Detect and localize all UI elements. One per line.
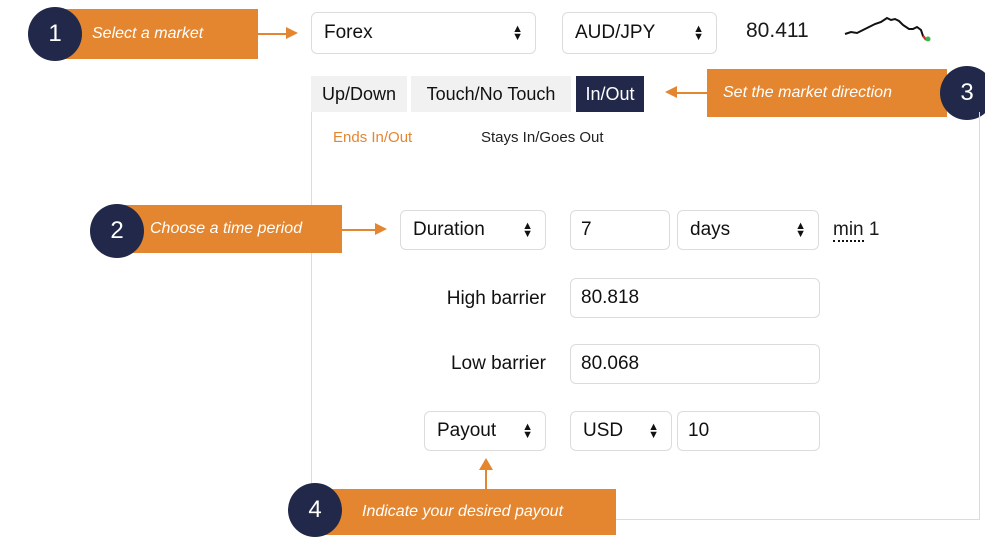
duration-unit-value: days [690, 219, 731, 240]
arrow-head-icon [375, 223, 387, 235]
low-barrier-label: Low barrier [450, 353, 546, 374]
currency-value: USD [583, 420, 624, 441]
up-down-caret-icon: ▲ ▼ [648, 421, 659, 441]
payout-amount-input[interactable]: 10 [677, 411, 820, 451]
callout-text: Select a market [92, 25, 204, 42]
up-down-caret-icon: ▲ ▼ [693, 23, 704, 43]
market-category-select[interactable]: Forex ▲ ▼ [311, 12, 536, 54]
callout-market-direction: Set the market direction [707, 69, 947, 117]
up-down-caret-icon: ▲ ▼ [795, 220, 806, 240]
current-price: 80.411 [746, 19, 809, 42]
payout-amount-value: 10 [688, 420, 710, 441]
duration-type-select[interactable]: Duration ▲ ▼ [400, 210, 546, 250]
up-down-caret-icon: ▲ ▼ [522, 220, 533, 240]
callout-text: Choose a time period [150, 220, 303, 237]
market-symbol-value: AUD/JPY [575, 22, 656, 43]
high-barrier-value: 80.818 [581, 287, 640, 308]
up-down-caret-icon: ▲ ▼ [522, 421, 533, 441]
callout-text: Indicate your desired payout [362, 503, 564, 520]
market-category-value: Forex [324, 22, 373, 43]
subtab-stays-in-goes-out[interactable]: Stays In/Goes Out [481, 129, 604, 146]
high-barrier-input[interactable]: 80.818 [570, 278, 820, 318]
duration-type-value: Duration [413, 219, 485, 240]
callout-arrow [342, 229, 378, 231]
tab-up-down[interactable]: Up/Down [311, 76, 407, 112]
callout-select-market: Select a market [62, 9, 258, 59]
min-duration-hint: min 1 [833, 219, 880, 242]
arrow-head-icon [286, 27, 298, 39]
duration-value-text: 7 [581, 219, 592, 240]
payout-type-value: Payout [437, 420, 497, 441]
market-symbol-select[interactable]: AUD/JPY ▲ ▼ [562, 12, 717, 54]
duration-unit-select[interactable]: days ▲ ▼ [677, 210, 819, 250]
payout-type-select[interactable]: Payout ▲ ▼ [424, 411, 546, 451]
high-barrier-label: High barrier [446, 288, 546, 309]
low-barrier-input[interactable]: 80.068 [570, 344, 820, 384]
min-value: 1 [868, 219, 880, 240]
subtab-ends-in-out[interactable]: Ends In/Out [333, 129, 412, 146]
tab-touch-no-touch[interactable]: Touch/No Touch [411, 76, 571, 112]
callout-time-period: Choose a time period [120, 205, 342, 253]
price-sparkline-icon [844, 16, 931, 42]
min-abbr: min [833, 219, 864, 242]
currency-select[interactable]: USD ▲ ▼ [570, 411, 672, 451]
low-barrier-value: 80.068 [581, 353, 640, 374]
duration-value-input[interactable]: 7 [570, 210, 670, 250]
step-badge-2: 2 [90, 204, 144, 258]
callout-arrow [675, 92, 707, 94]
callout-payout: Indicate your desired payout [318, 489, 616, 535]
callout-arrow [485, 468, 487, 489]
callout-text: Set the market direction [723, 84, 892, 101]
step-badge-1: 1 [28, 7, 82, 61]
step-badge-4: 4 [288, 483, 342, 537]
up-down-caret-icon: ▲ ▼ [512, 23, 523, 43]
tab-in-out[interactable]: In/Out [576, 76, 644, 112]
